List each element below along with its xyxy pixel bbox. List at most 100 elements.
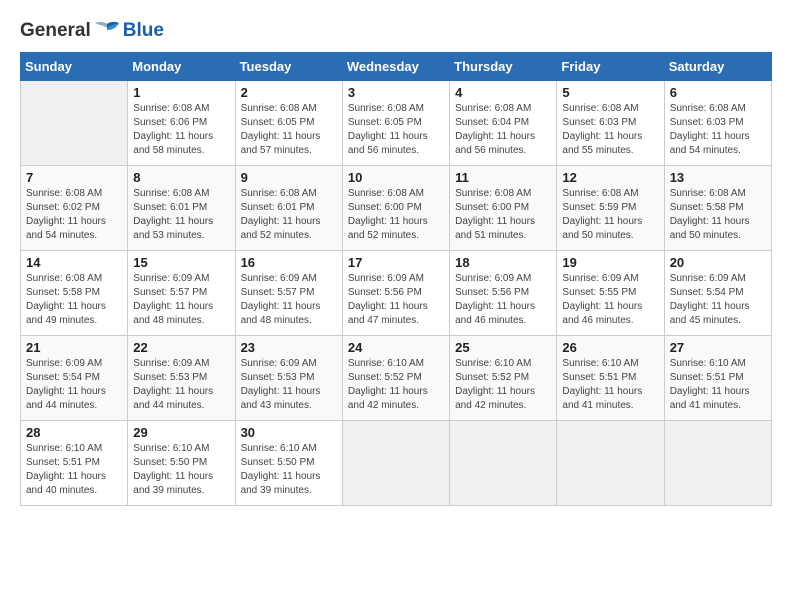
day-number: 4 (455, 85, 551, 100)
day-number: 9 (241, 170, 337, 185)
calendar-cell: 12 Sunrise: 6:08 AM Sunset: 5:59 PM Dayli… (557, 166, 664, 251)
calendar-cell: 27 Sunrise: 6:10 AM Sunset: 5:51 PM Dayli… (664, 336, 771, 421)
day-info: Sunrise: 6:08 AM Sunset: 6:03 PM Dayligh… (670, 102, 766, 158)
day-info: Sunrise: 6:08 AM Sunset: 5:58 PM Dayligh… (670, 187, 766, 243)
day-info: Sunrise: 6:08 AM Sunset: 5:59 PM Dayligh… (562, 187, 658, 243)
calendar-week-row: 21 Sunrise: 6:09 AM Sunset: 5:54 PM Dayli… (21, 336, 772, 421)
day-number: 13 (670, 170, 766, 185)
day-info: Sunrise: 6:08 AM Sunset: 6:01 PM Dayligh… (133, 187, 229, 243)
calendar-cell (664, 421, 771, 506)
calendar-cell: 28 Sunrise: 6:10 AM Sunset: 5:51 PM Dayli… (21, 421, 128, 506)
calendar-cell (450, 421, 557, 506)
day-info: Sunrise: 6:08 AM Sunset: 5:58 PM Dayligh… (26, 272, 122, 328)
header-thursday: Thursday (450, 53, 557, 81)
day-number: 24 (348, 340, 444, 355)
calendar-cell (557, 421, 664, 506)
calendar-cell: 17 Sunrise: 6:09 AM Sunset: 5:56 PM Dayli… (342, 251, 449, 336)
header-friday: Friday (557, 53, 664, 81)
day-number: 15 (133, 255, 229, 270)
day-number: 12 (562, 170, 658, 185)
calendar-cell: 15 Sunrise: 6:09 AM Sunset: 5:57 PM Dayli… (128, 251, 235, 336)
calendar-cell: 4 Sunrise: 6:08 AM Sunset: 6:04 PM Daylig… (450, 81, 557, 166)
day-info: Sunrise: 6:10 AM Sunset: 5:51 PM Dayligh… (26, 442, 122, 498)
day-number: 29 (133, 425, 229, 440)
calendar-cell: 13 Sunrise: 6:08 AM Sunset: 5:58 PM Dayli… (664, 166, 771, 251)
calendar-cell (21, 81, 128, 166)
calendar-cell: 21 Sunrise: 6:09 AM Sunset: 5:54 PM Dayli… (21, 336, 128, 421)
logo-blue-text: Blue (123, 20, 164, 42)
calendar-cell: 30 Sunrise: 6:10 AM Sunset: 5:50 PM Dayli… (235, 421, 342, 506)
day-info: Sunrise: 6:09 AM Sunset: 5:57 PM Dayligh… (241, 272, 337, 328)
day-number: 18 (455, 255, 551, 270)
calendar-cell: 16Sunrise: 6:09 AM Sunset: 5:57 PM Dayli… (235, 251, 342, 336)
logo-bird-icon (93, 20, 121, 42)
calendar-cell: 7 Sunrise: 6:08 AM Sunset: 6:02 PM Daylig… (21, 166, 128, 251)
calendar-cell: 1 Sunrise: 6:08 AM Sunset: 6:06 PM Daylig… (128, 81, 235, 166)
day-info: Sunrise: 6:09 AM Sunset: 5:53 PM Dayligh… (133, 357, 229, 413)
day-info: Sunrise: 6:10 AM Sunset: 5:50 PM Dayligh… (241, 442, 337, 498)
calendar-header-row: SundayMondayTuesdayWednesdayThursdayFrid… (21, 53, 772, 81)
day-info: Sunrise: 6:10 AM Sunset: 5:51 PM Dayligh… (670, 357, 766, 413)
day-number: 7 (26, 170, 122, 185)
day-number: 17 (348, 255, 444, 270)
calendar-cell: 22 Sunrise: 6:09 AM Sunset: 5:53 PM Dayli… (128, 336, 235, 421)
logo: General Blue (20, 20, 164, 42)
day-number: 11 (455, 170, 551, 185)
day-number: 20 (670, 255, 766, 270)
day-info: Sunrise: 6:08 AM Sunset: 6:04 PM Dayligh… (455, 102, 551, 158)
day-number: 14 (26, 255, 122, 270)
day-info: Sunrise: 6:10 AM Sunset: 5:52 PM Dayligh… (348, 357, 444, 413)
day-number: 30 (241, 425, 337, 440)
calendar-cell: 19 Sunrise: 6:09 AM Sunset: 5:55 PM Dayli… (557, 251, 664, 336)
day-number: 27 (670, 340, 766, 355)
day-number: 21 (26, 340, 122, 355)
day-info: Sunrise: 6:09 AM Sunset: 5:55 PM Dayligh… (562, 272, 658, 328)
page-header: General Blue (20, 20, 772, 42)
day-number: 19 (562, 255, 658, 270)
day-info: Sunrise: 6:10 AM Sunset: 5:51 PM Dayligh… (562, 357, 658, 413)
day-number: 25 (455, 340, 551, 355)
day-info: Sunrise: 6:09 AM Sunset: 5:57 PM Dayligh… (133, 272, 229, 328)
day-info: Sunrise: 6:09 AM Sunset: 5:56 PM Dayligh… (348, 272, 444, 328)
day-info: Sunrise: 6:09 AM Sunset: 5:53 PM Dayligh… (241, 357, 337, 413)
header-saturday: Saturday (664, 53, 771, 81)
calendar-week-row: 7 Sunrise: 6:08 AM Sunset: 6:02 PM Daylig… (21, 166, 772, 251)
calendar-week-row: 14 Sunrise: 6:08 AM Sunset: 5:58 PM Dayli… (21, 251, 772, 336)
day-info: Sunrise: 6:10 AM Sunset: 5:52 PM Dayligh… (455, 357, 551, 413)
day-number: 23 (241, 340, 337, 355)
day-info: Sunrise: 6:08 AM Sunset: 6:02 PM Dayligh… (26, 187, 122, 243)
day-info: Sunrise: 6:08 AM Sunset: 6:01 PM Dayligh… (241, 187, 337, 243)
calendar-cell: 26 Sunrise: 6:10 AM Sunset: 5:51 PM Dayli… (557, 336, 664, 421)
calendar-cell: 11 Sunrise: 6:08 AM Sunset: 6:00 PM Dayli… (450, 166, 557, 251)
calendar-cell: 24 Sunrise: 6:10 AM Sunset: 5:52 PM Dayli… (342, 336, 449, 421)
calendar-cell: 18Sunrise: 6:09 AM Sunset: 5:56 PM Dayli… (450, 251, 557, 336)
day-number: 22 (133, 340, 229, 355)
calendar-cell: 10 Sunrise: 6:08 AM Sunset: 6:00 PM Dayli… (342, 166, 449, 251)
calendar-cell: 9 Sunrise: 6:08 AM Sunset: 6:01 PM Daylig… (235, 166, 342, 251)
day-info: Sunrise: 6:08 AM Sunset: 6:05 PM Dayligh… (348, 102, 444, 158)
header-monday: Monday (128, 53, 235, 81)
calendar-cell: 2Sunrise: 6:08 AM Sunset: 6:05 PM Daylig… (235, 81, 342, 166)
calendar-cell: 23 Sunrise: 6:09 AM Sunset: 5:53 PM Dayli… (235, 336, 342, 421)
day-number: 2 (241, 85, 337, 100)
calendar-cell (342, 421, 449, 506)
day-info: Sunrise: 6:08 AM Sunset: 6:06 PM Dayligh… (133, 102, 229, 158)
day-number: 26 (562, 340, 658, 355)
day-info: Sunrise: 6:10 AM Sunset: 5:50 PM Dayligh… (133, 442, 229, 498)
day-info: Sunrise: 6:09 AM Sunset: 5:54 PM Dayligh… (670, 272, 766, 328)
day-number: 10 (348, 170, 444, 185)
header-tuesday: Tuesday (235, 53, 342, 81)
day-info: Sunrise: 6:08 AM Sunset: 6:00 PM Dayligh… (455, 187, 551, 243)
calendar-cell: 5Sunrise: 6:08 AM Sunset: 6:03 PM Daylig… (557, 81, 664, 166)
calendar-cell: 3 Sunrise: 6:08 AM Sunset: 6:05 PM Daylig… (342, 81, 449, 166)
day-info: Sunrise: 6:09 AM Sunset: 5:54 PM Dayligh… (26, 357, 122, 413)
day-info: Sunrise: 6:08 AM Sunset: 6:00 PM Dayligh… (348, 187, 444, 243)
day-info: Sunrise: 6:08 AM Sunset: 6:03 PM Dayligh… (562, 102, 658, 158)
calendar-table: SundayMondayTuesdayWednesdayThursdayFrid… (20, 52, 772, 506)
day-number: 3 (348, 85, 444, 100)
calendar-cell: 8Sunrise: 6:08 AM Sunset: 6:01 PM Daylig… (128, 166, 235, 251)
day-number: 6 (670, 85, 766, 100)
day-number: 28 (26, 425, 122, 440)
day-number: 1 (133, 85, 229, 100)
calendar-cell: 25 Sunrise: 6:10 AM Sunset: 5:52 PM Dayli… (450, 336, 557, 421)
